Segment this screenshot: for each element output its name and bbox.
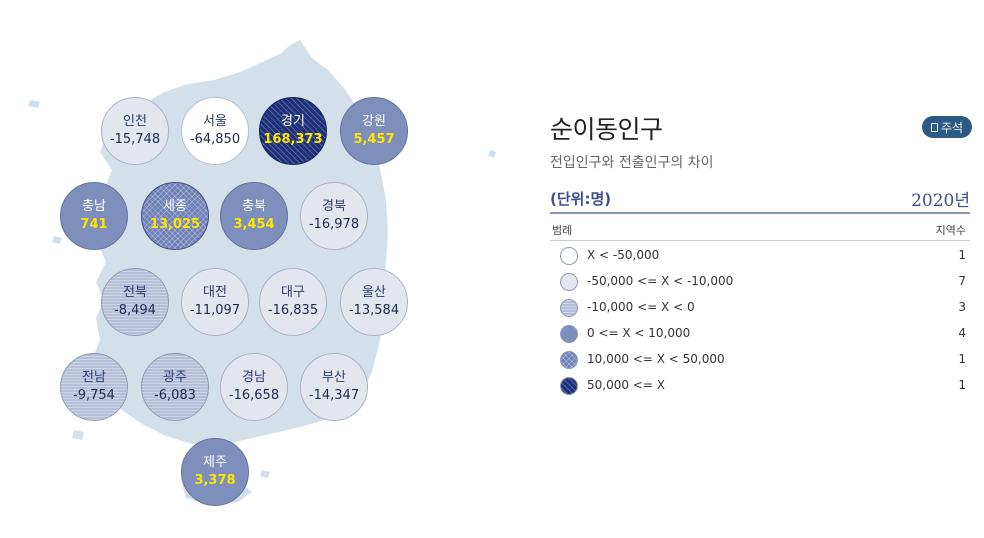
region-value: -16,978 xyxy=(308,217,360,232)
region-name: 서울 xyxy=(203,114,227,129)
region-value: -6,083 xyxy=(154,388,196,403)
region-name: 강원 xyxy=(362,114,386,129)
legend-row: 10,000 <= X < 50,000 1 xyxy=(560,350,970,370)
legend-swatch xyxy=(560,351,578,369)
region-name: 대전 xyxy=(203,285,227,300)
region-name: 전남 xyxy=(82,370,106,385)
legend-divider xyxy=(550,240,970,241)
map-area: 인천 -15,748 서울 -64,850 경기 168,373 강원 5,457 충남 741 세… xyxy=(0,0,520,538)
legend-count: 1 xyxy=(958,248,966,262)
region-name: 부산 xyxy=(322,370,346,385)
region-bubble[interactable]: 울산 -13,584 xyxy=(340,268,408,336)
legend-label: 10,000 <= X < 50,000 xyxy=(587,352,725,366)
legend-count: 4 xyxy=(958,326,966,340)
region-bubble[interactable]: 경남 -16,658 xyxy=(220,353,288,421)
region-value: -8,494 xyxy=(114,303,156,318)
legend-label: -50,000 <= X < -10,000 xyxy=(587,274,734,288)
region-value: -14,347 xyxy=(308,388,360,403)
region-bubble[interactable]: 전북 -8,494 xyxy=(101,268,169,336)
region-name: 대구 xyxy=(281,285,305,300)
region-name: 울산 xyxy=(362,285,386,300)
region-name: 세종 xyxy=(163,199,187,214)
region-name: 전북 xyxy=(123,285,147,300)
region-bubble[interactable]: 대구 -16,835 xyxy=(259,268,327,336)
region-value: 5,457 xyxy=(353,132,395,147)
region-value: -16,835 xyxy=(267,303,319,318)
legend-swatch xyxy=(560,377,578,395)
region-bubble[interactable]: 경기 168,373 xyxy=(259,97,327,165)
panel-title: 순이동인구 xyxy=(550,115,663,144)
note-button[interactable]: 주석 xyxy=(922,116,972,138)
year-label: 2020년 xyxy=(911,191,970,211)
legend-row: 50,000 <= X 1 xyxy=(560,376,970,396)
legend-label: 50,000 <= X xyxy=(587,378,665,392)
region-bubble[interactable]: 광주 -6,083 xyxy=(141,353,209,421)
legend-count: 1 xyxy=(958,378,966,392)
region-bubble[interactable]: 서울 -64,850 xyxy=(181,97,249,165)
region-value: -9,754 xyxy=(73,388,115,403)
region-value: -13,584 xyxy=(348,303,400,318)
region-name: 경기 xyxy=(281,114,305,129)
region-value: 3,454 xyxy=(233,217,275,232)
legend-swatch xyxy=(560,325,578,343)
legend-count: 1 xyxy=(958,352,966,366)
count-header: 지역수 xyxy=(935,224,966,237)
region-bubble[interactable]: 강원 5,457 xyxy=(340,97,408,165)
legend-row: -10,000 <= X < 0 3 xyxy=(560,298,970,318)
region-name: 경남 xyxy=(242,370,266,385)
region-name: 경북 xyxy=(322,199,346,214)
region-value: 741 xyxy=(80,217,108,232)
document-icon xyxy=(930,122,938,132)
region-value: -15,748 xyxy=(109,132,161,147)
legend-row: 0 <= X < 10,000 4 xyxy=(560,324,970,344)
region-name: 충북 xyxy=(242,199,266,214)
region-value: -11,097 xyxy=(189,303,241,318)
panel-subtitle: 전입인구와 전출인구의 차이 xyxy=(550,155,714,171)
legend-row: -50,000 <= X < -10,000 7 xyxy=(560,272,970,292)
region-name: 충남 xyxy=(82,199,106,214)
region-name: 인천 xyxy=(123,114,147,129)
note-button-label: 주석 xyxy=(940,120,964,135)
legend-label: 0 <= X < 10,000 xyxy=(587,326,691,340)
region-bubble[interactable]: 충남 741 xyxy=(60,182,128,250)
legend-count: 7 xyxy=(958,274,966,288)
region-value: 168,373 xyxy=(263,132,323,147)
legend-swatch xyxy=(560,299,578,317)
region-bubble[interactable]: 부산 -14,347 xyxy=(300,353,368,421)
region-bubble[interactable]: 세종 13,025 xyxy=(141,182,209,250)
region-bubble[interactable]: 경북 -16,978 xyxy=(300,182,368,250)
legend-label: -10,000 <= X < 0 xyxy=(587,300,695,314)
region-value: 13,025 xyxy=(149,217,201,232)
region-bubble[interactable]: 충북 3,454 xyxy=(220,182,288,250)
korea-map-background xyxy=(28,40,496,504)
region-value: 3,378 xyxy=(194,473,236,488)
unit-label: (단위:명) xyxy=(550,190,612,208)
legend-header: 범례 xyxy=(552,224,573,237)
region-name: 광주 xyxy=(163,370,187,385)
legend-count: 3 xyxy=(958,300,966,314)
region-value: -64,850 xyxy=(189,132,241,147)
region-value: -16,658 xyxy=(228,388,280,403)
region-bubble[interactable]: 제주 3,378 xyxy=(181,438,249,506)
region-bubble[interactable]: 대전 -11,097 xyxy=(181,268,249,336)
region-name: 제주 xyxy=(203,455,227,470)
legend-label: X < -50,000 xyxy=(587,248,660,262)
legend-swatch xyxy=(560,273,578,291)
region-bubble[interactable]: 인천 -15,748 xyxy=(101,97,169,165)
region-bubble[interactable]: 전남 -9,754 xyxy=(60,353,128,421)
legend-row: X < -50,000 1 xyxy=(560,246,970,266)
header-divider xyxy=(550,212,970,214)
legend-swatch xyxy=(560,247,578,265)
